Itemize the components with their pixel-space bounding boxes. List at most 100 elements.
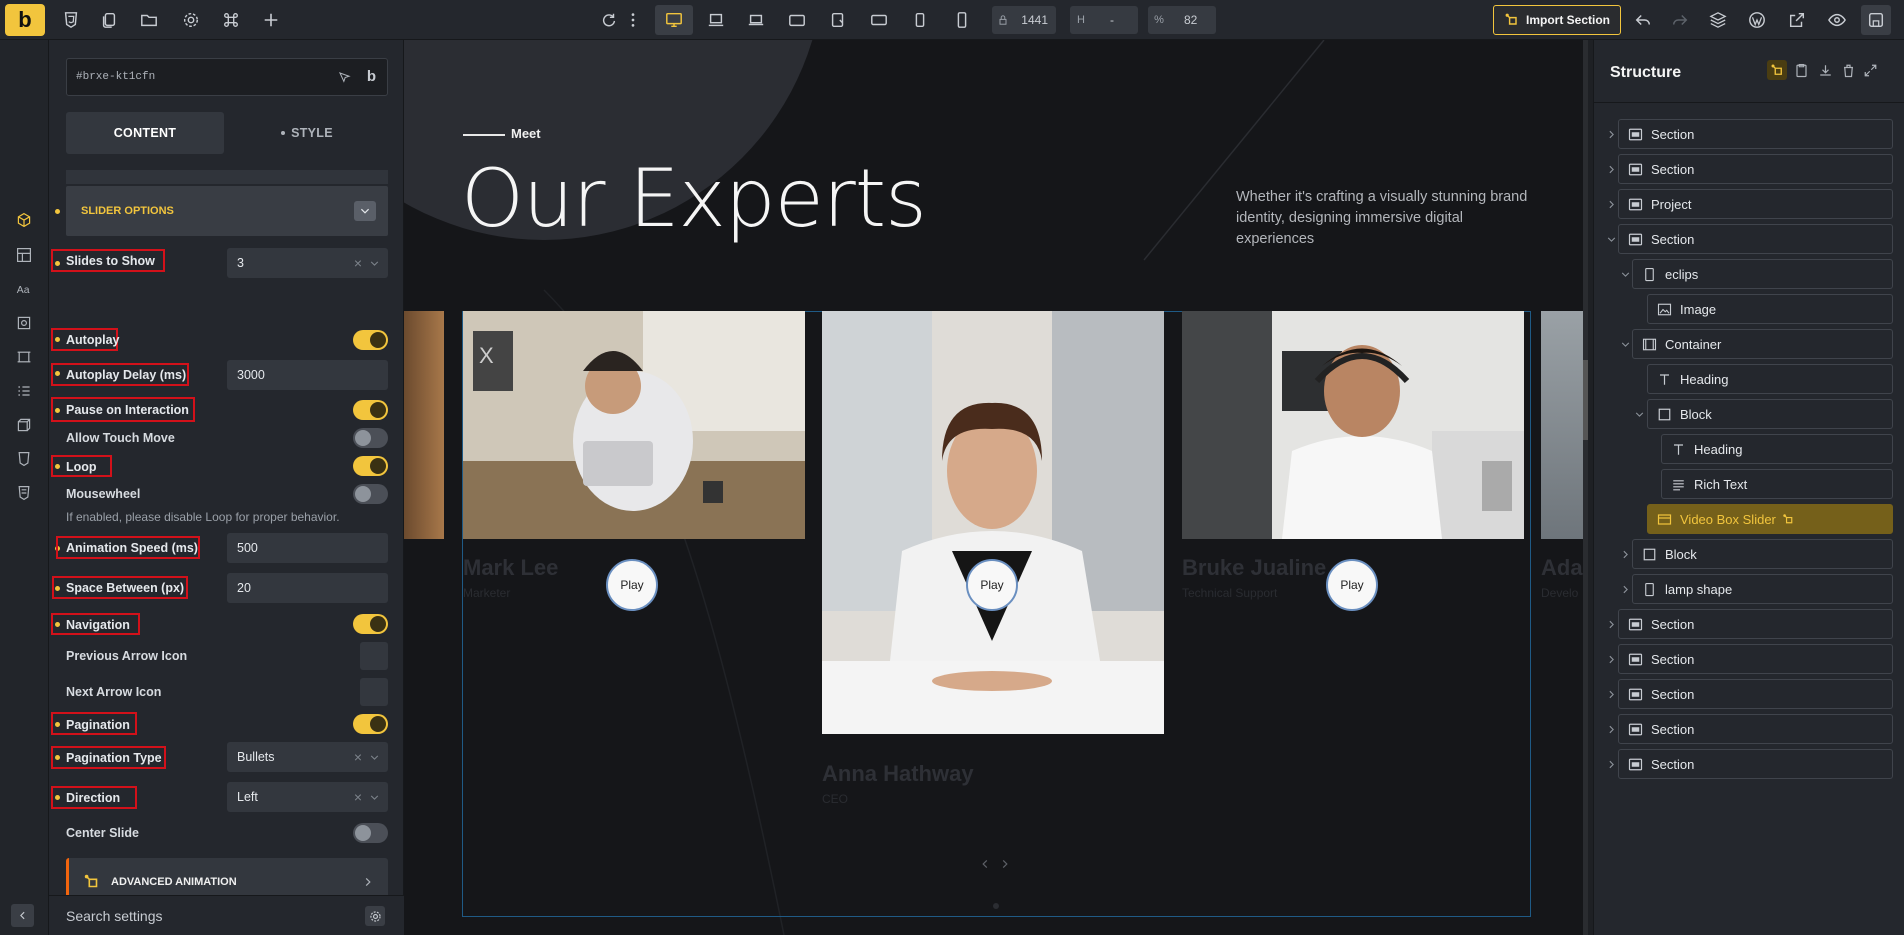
chevron-right-icon[interactable]	[1619, 583, 1631, 595]
redo-icon[interactable]	[1668, 8, 1692, 32]
slider-options-header[interactable]: SLIDER OPTIONS	[66, 186, 388, 236]
clipboard-icon[interactable]	[1791, 60, 1811, 80]
device-tablet-icon[interactable]	[867, 8, 891, 32]
tab-style[interactable]: STYLE	[228, 112, 386, 154]
cursor-select-icon[interactable]	[338, 71, 351, 84]
chevron-down-icon[interactable]	[354, 201, 376, 221]
space-between-input[interactable]: 20	[227, 573, 388, 603]
media-icon[interactable]	[12, 311, 36, 335]
import-section-button[interactable]: Import Section	[1493, 5, 1621, 35]
play-button[interactable]: Play	[606, 559, 658, 611]
autoplay-delay-input[interactable]: 3000	[227, 360, 388, 390]
chevron-down-icon[interactable]	[1605, 233, 1617, 245]
structure-node[interactable]: Video Box Slider	[1647, 504, 1893, 534]
list-icon[interactable]	[12, 379, 36, 403]
preview-eye-icon[interactable]	[1825, 8, 1849, 32]
chevron-right-icon[interactable]	[1605, 128, 1617, 140]
play-button[interactable]: Play	[1326, 559, 1378, 611]
chevron-right-icon[interactable]	[1605, 198, 1617, 210]
canvas-scrollbar-thumb[interactable]	[1583, 360, 1588, 440]
slider-prev-arrow-icon[interactable]	[979, 858, 991, 870]
css3-icon[interactable]	[59, 8, 83, 32]
structure-node[interactable]: Section	[1618, 224, 1893, 254]
highlight-element-icon[interactable]	[1767, 60, 1787, 80]
tab-content[interactable]: CONTENT	[66, 112, 224, 154]
layers-icon[interactable]	[1706, 8, 1730, 32]
box-3d-icon[interactable]	[12, 413, 36, 437]
download-icon[interactable]	[1815, 60, 1835, 80]
chevron-right-icon[interactable]	[1605, 688, 1617, 700]
structure-node[interactable]: Block	[1632, 539, 1893, 569]
slider-next-arrow-icon[interactable]	[999, 858, 1011, 870]
chevron-right-icon[interactable]	[1605, 618, 1617, 630]
bricks-logo[interactable]: b	[5, 4, 45, 36]
pagination-toggle[interactable]	[353, 714, 388, 734]
chevron-right-icon[interactable]	[1619, 548, 1631, 560]
html5-shield-icon[interactable]	[12, 481, 36, 505]
external-link-icon[interactable]	[1785, 8, 1809, 32]
undo-icon[interactable]	[1631, 8, 1655, 32]
bricks-b-icon[interactable]: b	[367, 59, 376, 95]
direction-select[interactable]: Left ×	[227, 782, 388, 812]
pagination-type-select[interactable]: Bullets ×	[227, 742, 388, 772]
search-settings-bar[interactable]: Search settings	[49, 895, 404, 935]
clear-icon[interactable]: ×	[354, 789, 362, 805]
trash-icon[interactable]	[1838, 60, 1858, 80]
frame-icon[interactable]	[12, 345, 36, 369]
collapse-panel-button[interactable]	[11, 904, 34, 927]
structure-node[interactable]: Project	[1618, 189, 1893, 219]
mousewheel-toggle[interactable]	[353, 484, 388, 504]
device-tablet-landscape-icon[interactable]	[785, 8, 809, 32]
pause-on-interaction-toggle[interactable]	[353, 400, 388, 420]
pages-icon[interactable]	[97, 8, 121, 32]
structure-node[interactable]: Section	[1618, 609, 1893, 639]
save-icon[interactable]	[1861, 5, 1891, 35]
structure-node[interactable]: Heading	[1661, 434, 1893, 464]
folder-icon[interactable]	[137, 8, 161, 32]
refresh-icon[interactable]	[597, 8, 621, 32]
structure-node[interactable]: Image	[1647, 294, 1893, 324]
canvas-width-field[interactable]: 1441	[992, 6, 1056, 34]
structure-node[interactable]: Section	[1618, 679, 1893, 709]
device-laptop-small-icon[interactable]	[744, 8, 768, 32]
allow-touch-move-toggle[interactable]	[353, 428, 388, 448]
chevron-right-icon[interactable]	[1605, 163, 1617, 175]
structure-node[interactable]: Section	[1618, 119, 1893, 149]
chevron-right-icon[interactable]	[1605, 723, 1617, 735]
command-icon[interactable]	[219, 8, 243, 32]
elements-cube-icon[interactable]	[12, 208, 36, 232]
clear-icon[interactable]: ×	[354, 255, 362, 271]
navigation-toggle[interactable]	[353, 614, 388, 634]
chevron-right-icon[interactable]	[1605, 758, 1617, 770]
element-id-field[interactable]: #brxe-kt1cfn b	[66, 58, 388, 96]
settings-gear-icon[interactable]	[365, 906, 385, 926]
clear-icon[interactable]: ×	[354, 749, 362, 765]
structure-node[interactable]: Heading	[1647, 364, 1893, 394]
play-button[interactable]: Play	[966, 559, 1018, 611]
device-mobile-icon[interactable]	[950, 8, 974, 32]
previous-arrow-icon-picker[interactable]	[360, 642, 388, 670]
device-desktop-icon[interactable]	[655, 5, 693, 43]
structure-node[interactable]: Section	[1618, 154, 1893, 184]
structure-node[interactable]: Section	[1618, 644, 1893, 674]
structure-node[interactable]: Section	[1618, 749, 1893, 779]
chevron-down-icon[interactable]	[1619, 338, 1631, 350]
typography-icon[interactable]: Aa	[12, 277, 36, 301]
structure-node[interactable]: Container	[1632, 329, 1893, 359]
center-slide-toggle[interactable]	[353, 823, 388, 843]
pagination-bullet[interactable]	[993, 903, 999, 909]
structure-node[interactable]: eclips	[1632, 259, 1893, 289]
structure-node[interactable]: Rich Text	[1661, 469, 1893, 499]
canvas-scrollbar[interactable]	[1583, 40, 1588, 935]
slides-to-show-select[interactable]: 3 ×	[227, 248, 388, 278]
animation-speed-input[interactable]: 500	[227, 533, 388, 563]
expand-icon[interactable]	[1860, 60, 1880, 80]
chevron-down-icon[interactable]	[1633, 408, 1645, 420]
autoplay-toggle[interactable]	[353, 330, 388, 350]
loop-toggle[interactable]	[353, 456, 388, 476]
device-tablet-rotate-icon[interactable]	[826, 8, 850, 32]
structure-node[interactable]: Block	[1647, 399, 1893, 429]
canvas-height-field[interactable]: H -	[1070, 6, 1138, 34]
device-mobile-landscape-icon[interactable]	[908, 8, 932, 32]
builder-canvas[interactable]: Meet Our Experts Whether it's crafting a…	[404, 40, 1588, 935]
